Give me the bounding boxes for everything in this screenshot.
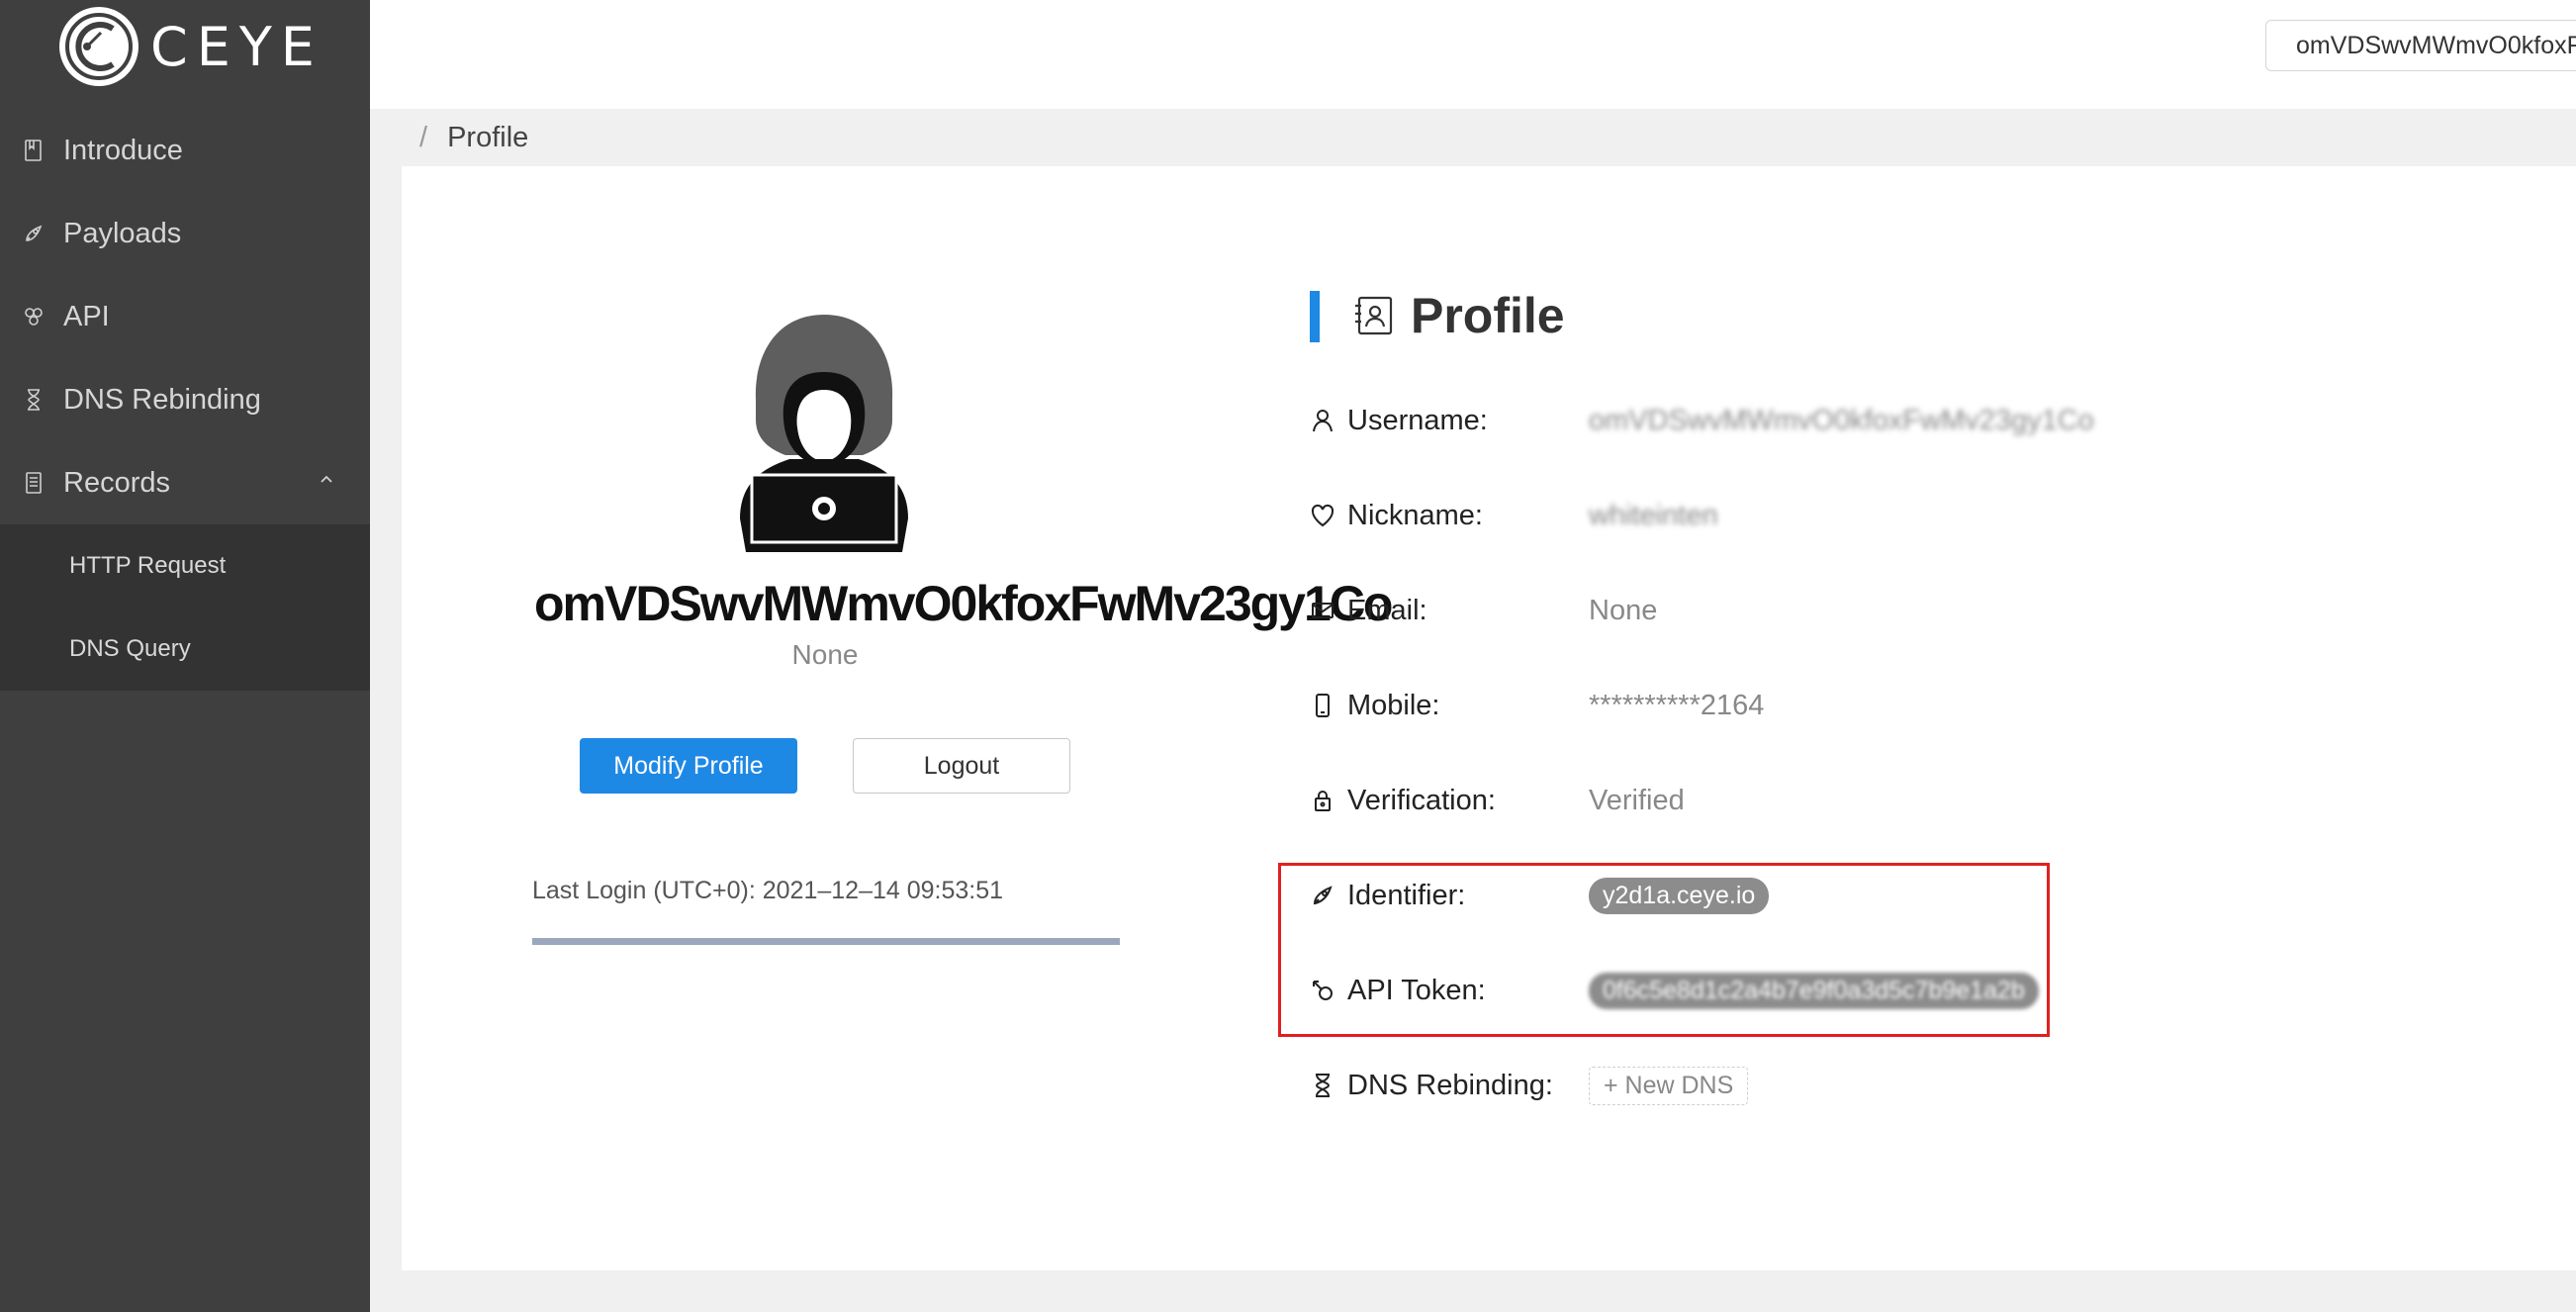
row-dns-rebinding: DNS Rebinding: + New DNS bbox=[1310, 1061, 1749, 1110]
sidebar-item-label: Introduce bbox=[63, 134, 183, 166]
heart-icon bbox=[1310, 503, 1335, 528]
section-title-text: Profile bbox=[1411, 288, 1565, 343]
sidebar-subitem-label: DNS Query bbox=[69, 635, 191, 662]
row-label: Username: bbox=[1347, 404, 1488, 436]
mobile-icon bbox=[1310, 693, 1335, 718]
sidebar-item-label: DNS Rebinding bbox=[63, 383, 261, 416]
row-label: Verification: bbox=[1347, 784, 1496, 816]
hourglass-icon bbox=[1310, 1073, 1335, 1098]
chevron-up-icon[interactable] bbox=[317, 469, 336, 489]
records-icon bbox=[22, 471, 46, 495]
ceye-logo-icon bbox=[59, 7, 138, 86]
logout-button[interactable]: Logout bbox=[853, 738, 1070, 794]
book-icon bbox=[22, 139, 46, 162]
sidebar-item-introduce[interactable]: Introduce bbox=[0, 109, 370, 192]
new-dns-button[interactable]: + New DNS bbox=[1589, 1066, 1749, 1105]
sidebar-item-dns-query[interactable]: DNS Query bbox=[0, 608, 370, 691]
rocket-icon bbox=[22, 222, 46, 245]
row-verification: Verification: Verified bbox=[1310, 776, 1685, 825]
records-submenu: HTTP Request DNS Query bbox=[0, 524, 370, 691]
top-header: omVDSwvMWmvO0kfoxF bbox=[370, 0, 2576, 109]
row-label: Email: bbox=[1347, 594, 1427, 626]
breadcrumb: / Profile bbox=[370, 109, 2576, 166]
profile-handle: omVDSwvMWmvO0kfoxFwMv23gy1Co bbox=[534, 576, 1393, 631]
profile-subtitle: None bbox=[791, 639, 859, 670]
row-api-token: API Token: 0f6c5e8d1c2a4b7e9f0a3d5c7b9e1… bbox=[1310, 966, 2039, 1015]
sidebar-item-dns-rebinding[interactable]: DNS Rebinding bbox=[0, 358, 370, 441]
lock-icon bbox=[1310, 788, 1335, 813]
sidebar-item-api[interactable]: API bbox=[0, 275, 370, 358]
profile-card-icon bbox=[1355, 296, 1393, 335]
sidebar: CEYE Introduce Payloads API DNS Rebindin… bbox=[0, 0, 370, 1312]
mail-icon bbox=[1310, 598, 1335, 623]
mobile-value: **********2164 bbox=[1589, 689, 1765, 721]
sidebar-item-label: Records bbox=[63, 466, 170, 499]
row-label: DNS Rebinding: bbox=[1347, 1069, 1553, 1101]
user-menu[interactable]: omVDSwvMWmvO0kfoxF bbox=[2265, 20, 2576, 71]
row-label: Nickname: bbox=[1347, 499, 1483, 531]
api-token-value[interactable]: 0f6c5e8d1c2a4b7e9f0a3d5c7b9e1a2b bbox=[1589, 972, 2039, 1009]
breadcrumb-separator: / bbox=[419, 121, 428, 153]
row-identifier: Identifier: y2d1a.ceye.io bbox=[1310, 871, 1770, 920]
sidebar-item-payloads[interactable]: Payloads bbox=[0, 192, 370, 275]
email-value: None bbox=[1589, 594, 1658, 626]
breadcrumb-current: Profile bbox=[447, 121, 529, 153]
sidebar-subitem-label: HTTP Request bbox=[69, 552, 227, 579]
logo-text: CEYE bbox=[150, 15, 323, 78]
progress-bar-fill bbox=[532, 938, 1120, 945]
row-label: API Token: bbox=[1347, 974, 1486, 1006]
last-login-text: Last Login (UTC+0): 2021–12–14 09:53:51 bbox=[532, 877, 1004, 904]
progress-bar bbox=[532, 938, 1120, 945]
username-value: omVDSwvMWmvO0kfoxFwMv23gy1Co bbox=[1589, 404, 2094, 436]
logo[interactable]: CEYE bbox=[57, 4, 323, 89]
sidebar-item-records[interactable]: Records bbox=[0, 441, 370, 524]
section-title: Profile bbox=[1351, 287, 1565, 344]
identifier-value[interactable]: y2d1a.ceye.io bbox=[1589, 877, 1770, 914]
key-icon bbox=[1310, 978, 1335, 1003]
hourglass-icon bbox=[22, 388, 46, 412]
row-label: Identifier: bbox=[1347, 879, 1466, 911]
sidebar-item-label: API bbox=[63, 300, 110, 332]
api-icon bbox=[22, 305, 46, 328]
row-nickname: Nickname: whiteinten bbox=[1310, 491, 1718, 540]
nickname-value: whiteinten bbox=[1589, 499, 1718, 531]
section-accent-bar bbox=[1310, 291, 1320, 342]
hacker-avatar-icon bbox=[740, 315, 908, 552]
sidebar-item-label: Payloads bbox=[63, 217, 182, 249]
row-email: Email: None bbox=[1310, 586, 1657, 635]
row-label: Mobile: bbox=[1347, 689, 1440, 721]
row-username: Username: omVDSwvMWmvO0kfoxFwMv23gy1Co bbox=[1310, 396, 2094, 445]
rocket-icon bbox=[1310, 883, 1335, 908]
user-icon bbox=[1310, 408, 1335, 433]
modify-profile-button[interactable]: Modify Profile bbox=[580, 738, 797, 794]
verification-value: Verified bbox=[1589, 784, 1685, 816]
row-mobile: Mobile: **********2164 bbox=[1310, 681, 1764, 730]
sidebar-nav: Introduce Payloads API DNS Rebinding Rec… bbox=[0, 109, 370, 691]
sidebar-item-http-request[interactable]: HTTP Request bbox=[0, 524, 370, 608]
